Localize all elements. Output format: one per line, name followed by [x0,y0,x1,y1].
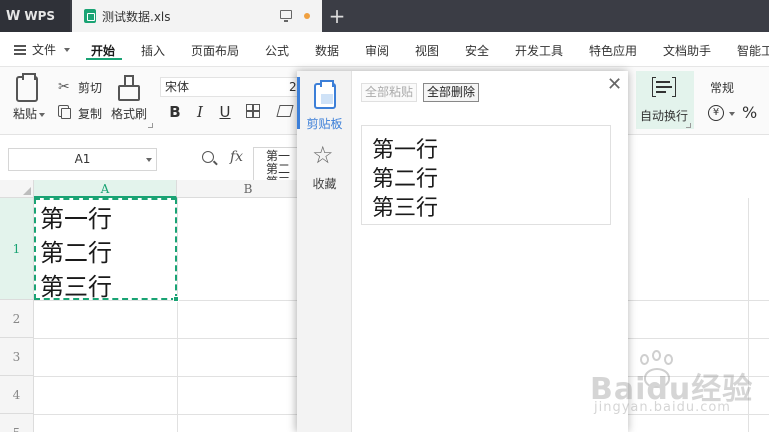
name-box-value: A1 [74,152,91,166]
italic-button[interactable]: I [190,103,210,121]
clipboard-item-line: 第一行 [372,138,439,163]
name-box[interactable]: A1 [8,148,157,171]
paste-label: 粘贴 [13,107,38,121]
clipboard-icon[interactable] [314,80,336,109]
menu-tab-smart-tools[interactable]: 智能工 [737,42,769,59]
row-header-5[interactable]: 5 [0,414,34,432]
file-menu-label: 文件 [32,43,57,57]
insert-function-button[interactable]: fx [230,149,243,165]
panel-sidebar: 剪贴板 ☆ 收藏 [297,71,352,432]
monitor-icon[interactable] [280,10,292,22]
alignment-group-expand-icon[interactable] [686,123,691,128]
zoom-icon[interactable] [202,151,214,163]
cut-button[interactable]: 剪切 [78,79,102,96]
tab-clipboard[interactable]: 剪贴板 [297,115,352,132]
star-icon[interactable]: ☆ [312,143,334,167]
title-bar: W WPS 测试数据.xls + [0,0,769,32]
chevron-down-icon[interactable] [146,158,152,162]
scissors-icon: ✂ [58,79,70,95]
menu-tab-data[interactable]: 数据 [315,42,339,59]
clipboard-panel: 剪贴板 ☆ 收藏 ✕ 全部粘贴 全部删除 第一行 第二行 第三行 [297,71,628,432]
watermark-url: jingyan.baidu.com [594,400,731,415]
clipboard-item-line: 第三行 [372,196,439,221]
row-header-3[interactable]: 3 [0,338,34,376]
document-tab-title: 测试数据.xls [102,9,171,24]
chevron-down-icon [39,112,46,117]
fill-color-icon[interactable] [276,105,294,117]
cell-a1-line: 第三行 [40,273,112,301]
percent-icon[interactable]: % [742,103,757,122]
document-tab[interactable]: 测试数据.xls [72,0,322,32]
chevron-down-icon [64,47,71,52]
fill-handle[interactable] [173,296,179,302]
column-header-a[interactable]: A [34,180,177,198]
wps-home-tab[interactable]: W WPS [0,0,70,32]
app-name: WPS [24,9,56,23]
menu-tab-review[interactable]: 审阅 [365,42,389,59]
unsaved-dot-icon [304,13,310,19]
menu-tab-security[interactable]: 安全 [465,42,489,59]
font-name-value: 宋体 [165,80,190,94]
cell-a1-line: 第一行 [40,205,112,233]
spreadsheet-file-icon [84,9,96,23]
number-format-select[interactable]: 常规 [710,79,734,96]
wrap-text-icon [652,77,676,97]
baidu-watermark: Baidu经验 jingyan.baidu.com [590,350,760,420]
hamburger-icon [14,44,26,55]
paste-icon[interactable] [16,73,38,102]
wrap-line [656,91,666,93]
copy-button[interactable]: 复制 [78,105,102,122]
bold-button[interactable]: B [165,103,185,121]
menu-tab-formulas[interactable]: 公式 [265,42,289,59]
row-header-4[interactable]: 4 [0,376,34,414]
paw-toe [652,350,661,361]
underline-button[interactable]: U [215,103,235,121]
clipboard-item-line: 第二行 [372,167,439,192]
row-header-2[interactable]: 2 [0,300,34,338]
font-size-value: 2 [289,80,297,94]
format-painter-button[interactable]: 格式刷 [111,105,147,122]
clipboard-group-expand-icon[interactable] [148,123,153,128]
new-tab-button[interactable]: + [322,0,352,32]
wps-logo-icon: W [6,8,21,24]
menu-tab-insert[interactable]: 插入 [141,42,165,59]
tab-favorites[interactable]: 收藏 [297,175,352,192]
delete-all-button[interactable]: 全部删除 [423,83,480,102]
row-header-1[interactable]: 1 [0,198,34,300]
wrap-bracket-right [672,77,676,97]
copy-icon [58,105,71,119]
menu-tab-features[interactable]: 特色应用 [589,42,637,59]
close-icon[interactable]: ✕ [607,76,622,94]
menu-tab-view[interactable]: 视图 [415,42,439,59]
paste-button[interactable]: 粘贴 [13,105,46,122]
menu-tab-doc-assistant[interactable]: 文档助手 [663,42,711,59]
cell-a1-line: 第二行 [40,239,112,267]
plus-icon: + [328,4,346,28]
active-tab-indicator [86,58,122,60]
gridline [177,198,178,432]
select-all-corner[interactable] [0,180,34,198]
font-name-select[interactable]: 宋体 2 [160,77,300,97]
chevron-down-icon[interactable] [729,112,735,116]
wrap-text-label: 自动换行 [640,109,689,123]
wrap-line [656,86,672,88]
paste-all-button[interactable]: 全部粘贴 [361,83,418,102]
menu-tab-page-layout[interactable]: 页面布局 [191,42,239,59]
file-menu-button[interactable]: 文件 [14,41,71,58]
wrap-line [656,81,670,83]
clipboard-item[interactable]: 第一行 第二行 第三行 [361,125,611,225]
menu-tab-developer[interactable]: 开发工具 [515,42,563,59]
menu-bar: 文件 开始 插入 页面布局 公式 数据 审阅 视图 安全 开发工具 特色应用 文… [0,32,769,66]
format-painter-icon [118,75,140,101]
currency-icon[interactable]: ¥ [708,105,724,121]
cell-a1[interactable]: 第一行 第二行 第三行 [34,198,177,301]
menu-tab-home[interactable]: 开始 [91,42,115,59]
borders-icon[interactable] [246,104,260,118]
